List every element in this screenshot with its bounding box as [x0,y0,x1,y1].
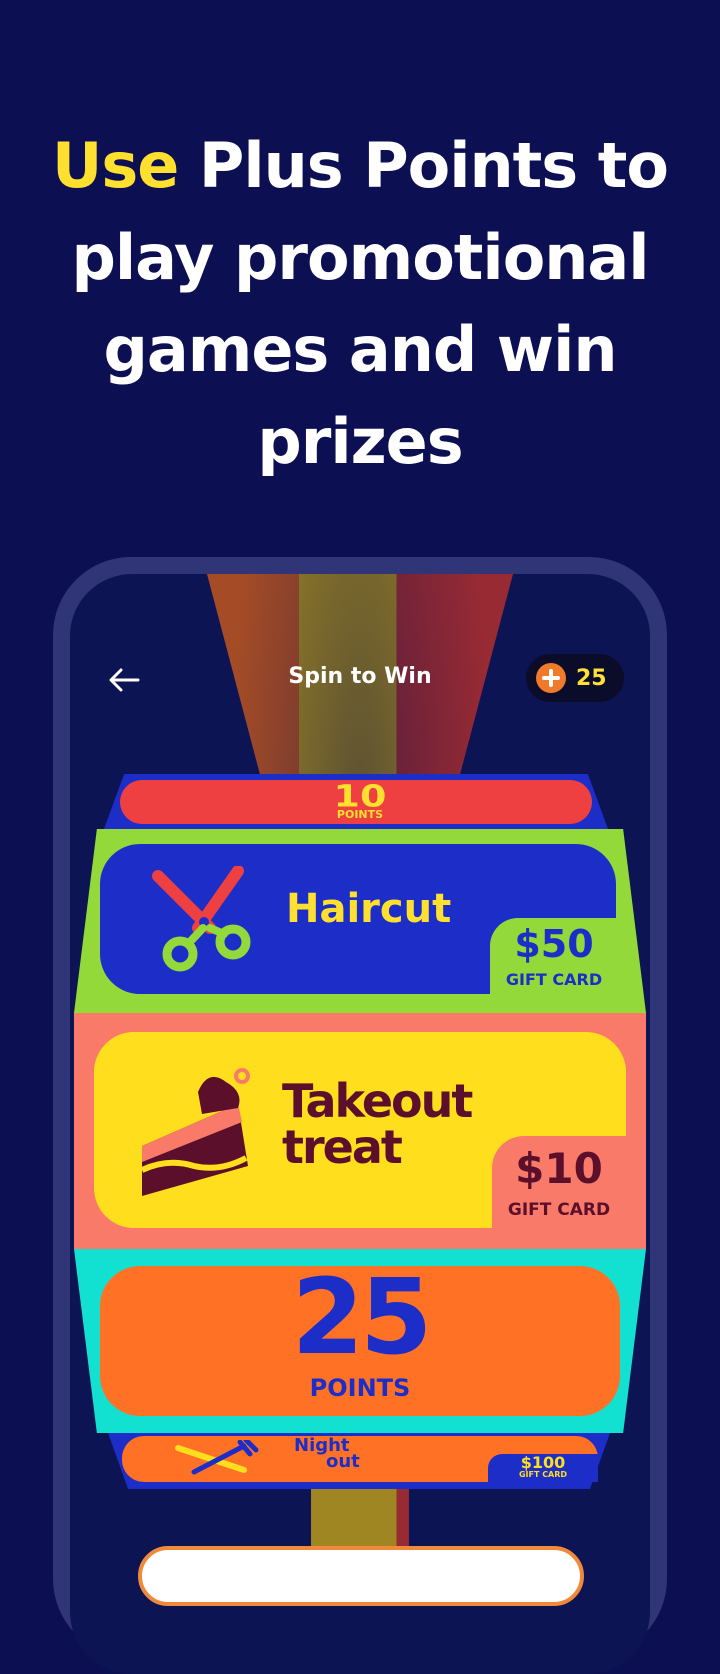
nightout-title-line2: out [326,1451,360,1472]
headline-highlight: Use [51,129,179,202]
phone-screen: Spin to Win 25 10 POINTS Haircut $50 GIF… [70,574,650,1674]
nightout-gift-label: GIFT CARD [518,1470,568,1479]
points-balance[interactable]: 25 [526,654,624,702]
takeout-gift-label: GIFT CARD [507,1200,611,1220]
plus-circle-icon [536,663,566,693]
cake-slice-icon [140,1068,250,1196]
takeout-amount: $10 [515,1144,603,1193]
haircut-gift-label: GIFT CARD [505,970,603,989]
screen-title: Spin to Win [288,664,432,689]
headline: Use Plus Points to play promotional game… [0,120,720,488]
knife-fork-icon [175,1440,259,1475]
points25-value: 25 [291,1256,433,1378]
haircut-amount: $50 [514,922,594,966]
scissors-icon [152,866,251,972]
haircut-title: Haircut [286,886,452,932]
points-value: 25 [576,665,607,691]
arrow-left-icon [109,668,140,692]
spin-button[interactable] [138,1546,584,1606]
segment-10-unit: POINTS [336,808,384,821]
points25-unit: POINTS [309,1374,411,1402]
takeout-title-line2: treat [282,1120,403,1174]
back-button[interactable] [102,662,146,698]
